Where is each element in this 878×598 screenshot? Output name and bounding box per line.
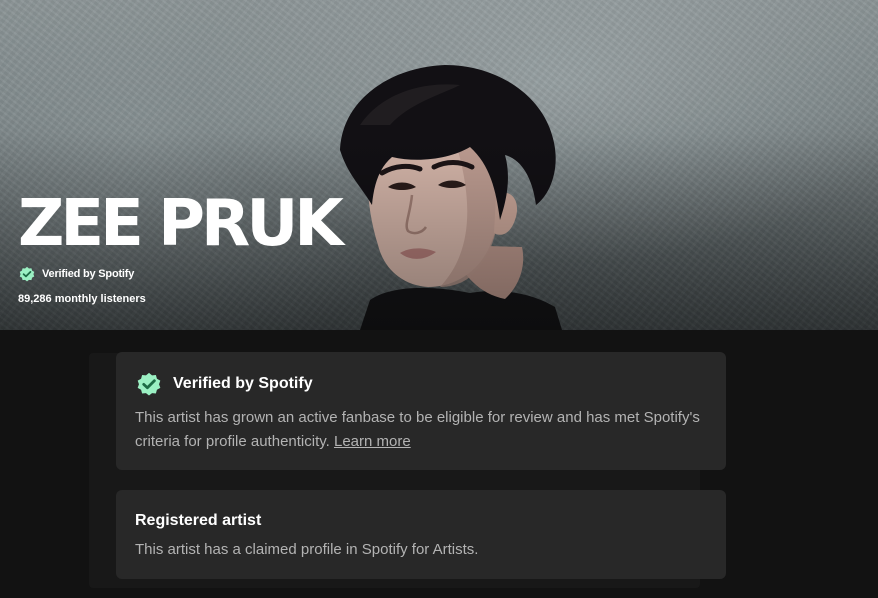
verified-card-text: This artist has grown an active fanbase … — [135, 409, 700, 450]
learn-more-link[interactable]: Learn more — [334, 433, 411, 450]
verified-badge-icon — [18, 265, 36, 283]
artist-hero-banner: ZEE PRUK Verified by Spotify 89,286 mont… — [0, 0, 878, 330]
verified-info-card: Verified by Spotify This artist has grow… — [116, 352, 726, 470]
verified-card-header: Verified by Spotify — [135, 352, 707, 398]
verified-label: Verified by Spotify — [42, 268, 135, 280]
registered-info-card: Registered artist This artist has a clai… — [116, 490, 726, 579]
artist-page: ZEE PRUK Verified by Spotify 89,286 mont… — [0, 0, 878, 598]
verified-card-title: Verified by Spotify — [173, 375, 313, 392]
registered-card-text: This artist has a claimed profile in Spo… — [135, 541, 479, 558]
verified-card-description: This artist has grown an active fanbase … — [135, 406, 707, 454]
verified-status[interactable]: Verified by Spotify — [18, 265, 134, 283]
monthly-listeners: 89,286 monthly listeners — [18, 293, 146, 305]
verified-badge-icon — [135, 370, 163, 398]
artist-name: ZEE PRUK — [18, 187, 344, 261]
registered-card-title: Registered artist — [135, 512, 262, 529]
